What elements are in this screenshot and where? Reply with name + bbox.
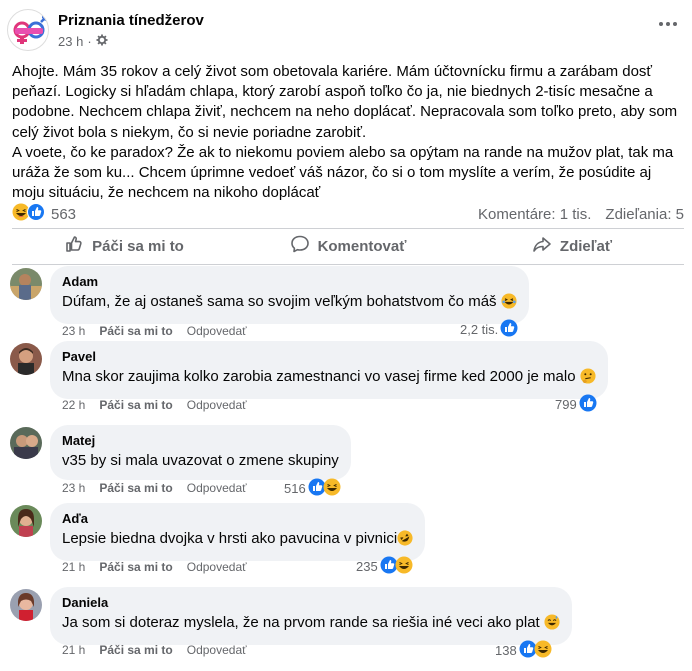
reactions-summary: 563 Komentáre: 1 tis. Zdieľania: 5 <box>12 202 684 226</box>
post-header: Priznania tínedžerov 23 h · <box>0 0 692 60</box>
comment-reply-button[interactable]: Odpovedať <box>187 324 247 338</box>
comment-text: Mna skor zaujima kolko zarobia zamestnan… <box>62 367 596 390</box>
like-button[interactable]: Páči sa mi to <box>12 229 236 263</box>
comment-bubble: Adam Dúfam, že aj ostaneš sama so svojim… <box>50 266 529 324</box>
page-name[interactable]: Priznania tínedžerov <box>58 12 204 29</box>
comment-author[interactable]: Daniela <box>62 595 560 611</box>
laugh-reaction-icon <box>395 556 413 577</box>
rofl-emoji-icon <box>397 530 413 552</box>
comment-actions: 21 h Páči sa mi to Odpovedať <box>62 643 247 657</box>
comment-reactions[interactable]: 138 <box>495 640 552 661</box>
like-reaction-icon <box>27 202 45 226</box>
comment-like-button[interactable]: Páči sa mi to <box>99 643 172 657</box>
share-label: Zdieľať <box>559 237 613 255</box>
comment-reaction-count: 516 <box>284 481 306 496</box>
share-arrow-icon <box>532 234 552 258</box>
comment-like-button[interactable]: Páči sa mi to <box>99 481 172 495</box>
share-button[interactable]: Zdieľať <box>460 229 684 263</box>
laugh-reaction-icon <box>534 640 552 661</box>
comment-reply-button[interactable]: Odpovedať <box>187 643 247 657</box>
comment-time[interactable]: 21 h <box>62 643 85 657</box>
avatar[interactable] <box>10 268 42 300</box>
post-time[interactable]: 23 h <box>58 34 83 49</box>
laugh-emoji-icon <box>501 293 517 315</box>
comment-like-button[interactable]: Páči sa mi to <box>99 324 172 338</box>
shares-count[interactable]: Zdieľania: 5 <box>605 206 684 223</box>
laugh-reaction-icon <box>323 478 341 499</box>
comment-button[interactable]: Komentovať <box>236 229 460 263</box>
comment-actions: 23 h Páči sa mi to Odpovedať <box>62 481 247 495</box>
comment-author[interactable]: Matej <box>62 433 339 449</box>
reaction-count[interactable]: 563 <box>51 206 76 223</box>
comment-reply-button[interactable]: Odpovedať <box>187 481 247 495</box>
comment-like-button[interactable]: Páči sa mi to <box>99 560 172 574</box>
post-stats: Komentáre: 1 tis. Zdieľania: 5 <box>478 206 684 223</box>
comment-reply-button[interactable]: Odpovedať <box>187 398 247 412</box>
meta-separator: · <box>87 34 92 49</box>
comment-actions: 21 h Páči sa mi to Odpovedať <box>62 560 247 574</box>
avatar[interactable] <box>10 427 42 459</box>
comment-text: v35 by si mala uvazovat o zmene skupiny <box>62 452 339 469</box>
comment-reaction-count: 2,2 tis. <box>460 322 499 337</box>
reaction-icons[interactable] <box>12 202 45 226</box>
comment-reactions[interactable]: 2,2 tis. <box>460 319 518 340</box>
avatar[interactable] <box>10 589 42 621</box>
comment-bubble: Daniela Ja som si doteraz myslela, že na… <box>50 587 572 645</box>
comment-reply-button[interactable]: Odpovedať <box>187 560 247 574</box>
comment-label: Komentovať <box>317 237 407 255</box>
comment-reactions[interactable]: 235 <box>356 556 413 577</box>
comment-author[interactable]: Aďa <box>62 511 413 527</box>
comment-text: Ja som si doteraz myslela, že na prvom r… <box>62 613 560 636</box>
comment-reactions[interactable]: 516 <box>284 478 341 499</box>
like-reaction-icon <box>579 394 597 415</box>
comment-like-button[interactable]: Páči sa mi to <box>99 398 172 412</box>
comment-time[interactable]: 22 h <box>62 398 85 412</box>
divider <box>12 264 684 265</box>
thumbs-up-icon <box>64 234 84 258</box>
comment-actions: 22 h Páči sa mi to Odpovedať <box>62 398 247 412</box>
page-logo[interactable] <box>7 9 49 51</box>
comment-reaction-count: 235 <box>356 559 378 574</box>
comment-reaction-count: 138 <box>495 643 517 658</box>
post-meta: 23 h · <box>58 34 108 49</box>
post-action-bar: Páči sa mi to Komentovať Zdieľať <box>12 229 684 263</box>
comment-bubble: Pavel Mna skor zaujima kolko zarobia zam… <box>50 341 608 399</box>
comment-time[interactable]: 21 h <box>62 560 85 574</box>
sweat-smile-emoji-icon <box>544 614 560 636</box>
comment-bubble-icon <box>290 234 310 258</box>
gear-icon <box>96 34 108 49</box>
comment-reactions[interactable]: 799 <box>555 394 597 415</box>
avatar[interactable] <box>10 505 42 537</box>
comment-text: Lepsie biedna dvojka v hrsti ako pavucin… <box>62 529 413 552</box>
thinking-emoji-icon <box>580 368 596 390</box>
comments-count[interactable]: Komentáre: 1 tis. <box>478 206 591 223</box>
avatar[interactable] <box>10 343 42 375</box>
like-reaction-icon <box>500 319 518 340</box>
comment-actions: 23 h Páči sa mi to Odpovedať <box>62 324 247 338</box>
comment-reaction-count: 799 <box>555 397 577 412</box>
comment-text: Dúfam, že aj ostaneš sama so svojim veľk… <box>62 292 517 315</box>
more-options-icon[interactable] <box>656 12 680 36</box>
comment-bubble: Aďa Lepsie biedna dvojka v hrsti ako pav… <box>50 503 426 561</box>
comment-time[interactable]: 23 h <box>62 324 85 338</box>
comment-author[interactable]: Pavel <box>62 349 596 365</box>
post-text: Ahojte. Mám 35 rokov a celý život som ob… <box>12 63 678 202</box>
comment-bubble: Matej v35 by si mala uvazovat o zmene sk… <box>50 425 351 480</box>
like-label: Páči sa mi to <box>92 237 184 255</box>
comment-time[interactable]: 23 h <box>62 481 85 495</box>
comment-author[interactable]: Adam <box>62 274 517 290</box>
